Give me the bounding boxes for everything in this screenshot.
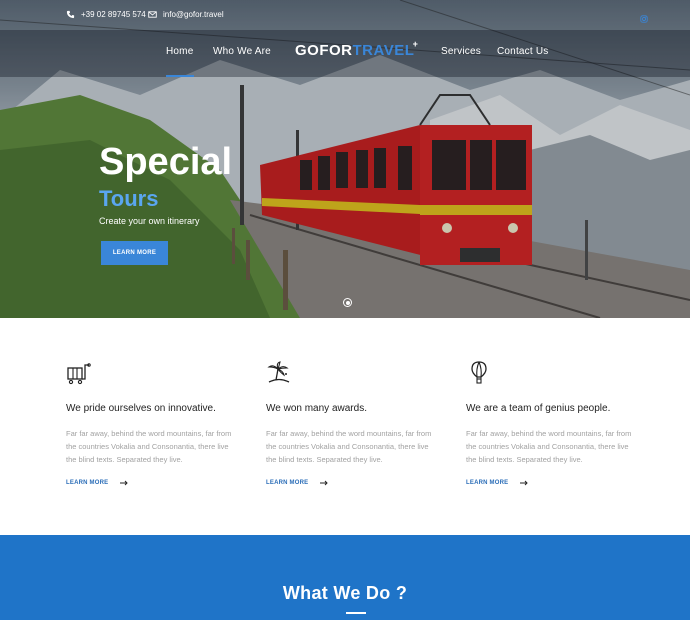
email-contact[interactable]: info@gofor.travel (148, 10, 224, 19)
arrow-right-icon (120, 480, 129, 486)
phone-contact[interactable]: +39 02 89745 574 (66, 10, 146, 19)
hero-text-block: Special Tours Create your own itinerary (99, 142, 232, 226)
feature-link-label: LEARN MORE (66, 480, 109, 486)
phone-number: +39 02 89745 574 (81, 10, 146, 19)
instagram-icon[interactable] (640, 10, 648, 23)
section-title-underline (346, 612, 366, 614)
feature-learn-more-link[interactable]: LEARN MORE (466, 480, 646, 486)
hero-title: Special (99, 141, 233, 183)
feature-title: We are a team of genius people. (466, 403, 611, 414)
island-palm-icon (266, 360, 292, 386)
hero-subtitle: Tours (99, 186, 159, 211)
what-we-do-section: What We Do ? (0, 535, 690, 620)
logo-text-gofor: GOFOR (295, 42, 353, 59)
arrow-right-icon (520, 480, 529, 486)
feature-body: Far far away, behind the word mountains,… (266, 429, 432, 464)
feature-learn-more-link[interactable]: LEARN MORE (266, 480, 446, 486)
top-bar: +39 02 89745 574 info@gofor.travel (0, 0, 690, 30)
hero-description: Create your own itinerary (99, 216, 200, 226)
feature-card: We pride ourselves on innovative. Far fa… (66, 360, 246, 486)
section-title: What We Do ? (282, 583, 408, 603)
feature-body: Far far away, behind the word mountains,… (66, 429, 232, 464)
feature-body: Far far away, behind the word mountains,… (466, 429, 632, 464)
feature-card: We are a team of genius people. Far far … (466, 360, 646, 486)
slider-indicator[interactable] (343, 298, 352, 307)
feature-learn-more-link[interactable]: LEARN MORE (66, 480, 246, 486)
main-navigation: Home Who We Are GOFORTRAVEL + Services Co… (0, 30, 690, 77)
hero-banner: +39 02 89745 574 info@gofor.travel Home … (0, 0, 690, 318)
nav-who-we-are[interactable]: Who We Are (213, 46, 271, 57)
mail-icon (148, 10, 157, 19)
feature-title: We won many awards. (266, 403, 367, 414)
feature-title: We pride ourselves on innovative. (66, 403, 216, 414)
email-address: info@gofor.travel (163, 10, 224, 19)
nav-contact-us[interactable]: Contact Us (497, 46, 548, 57)
phone-icon (66, 10, 75, 19)
nav-home[interactable]: Home (166, 46, 193, 57)
features-section: We pride ourselves on innovative. Far fa… (0, 318, 690, 535)
site-logo[interactable]: GOFORTRAVEL + (295, 39, 418, 59)
hot-air-balloon-icon (466, 360, 492, 386)
nav-services[interactable]: Services (441, 46, 481, 57)
slider-indicator-active (345, 300, 350, 305)
feature-link-label: LEARN MORE (466, 480, 509, 486)
arrow-right-icon (320, 480, 329, 486)
feature-card: We won many awards. Far far away, behind… (266, 360, 446, 486)
nav-active-indicator (166, 75, 194, 77)
logo-plus: + (412, 39, 419, 49)
hero-learn-more-button[interactable]: LEARN MORE (101, 241, 168, 265)
logo-text-travel: TRAVEL (352, 42, 415, 59)
feature-link-label: LEARN MORE (266, 480, 309, 486)
luggage-cart-icon (66, 360, 92, 386)
